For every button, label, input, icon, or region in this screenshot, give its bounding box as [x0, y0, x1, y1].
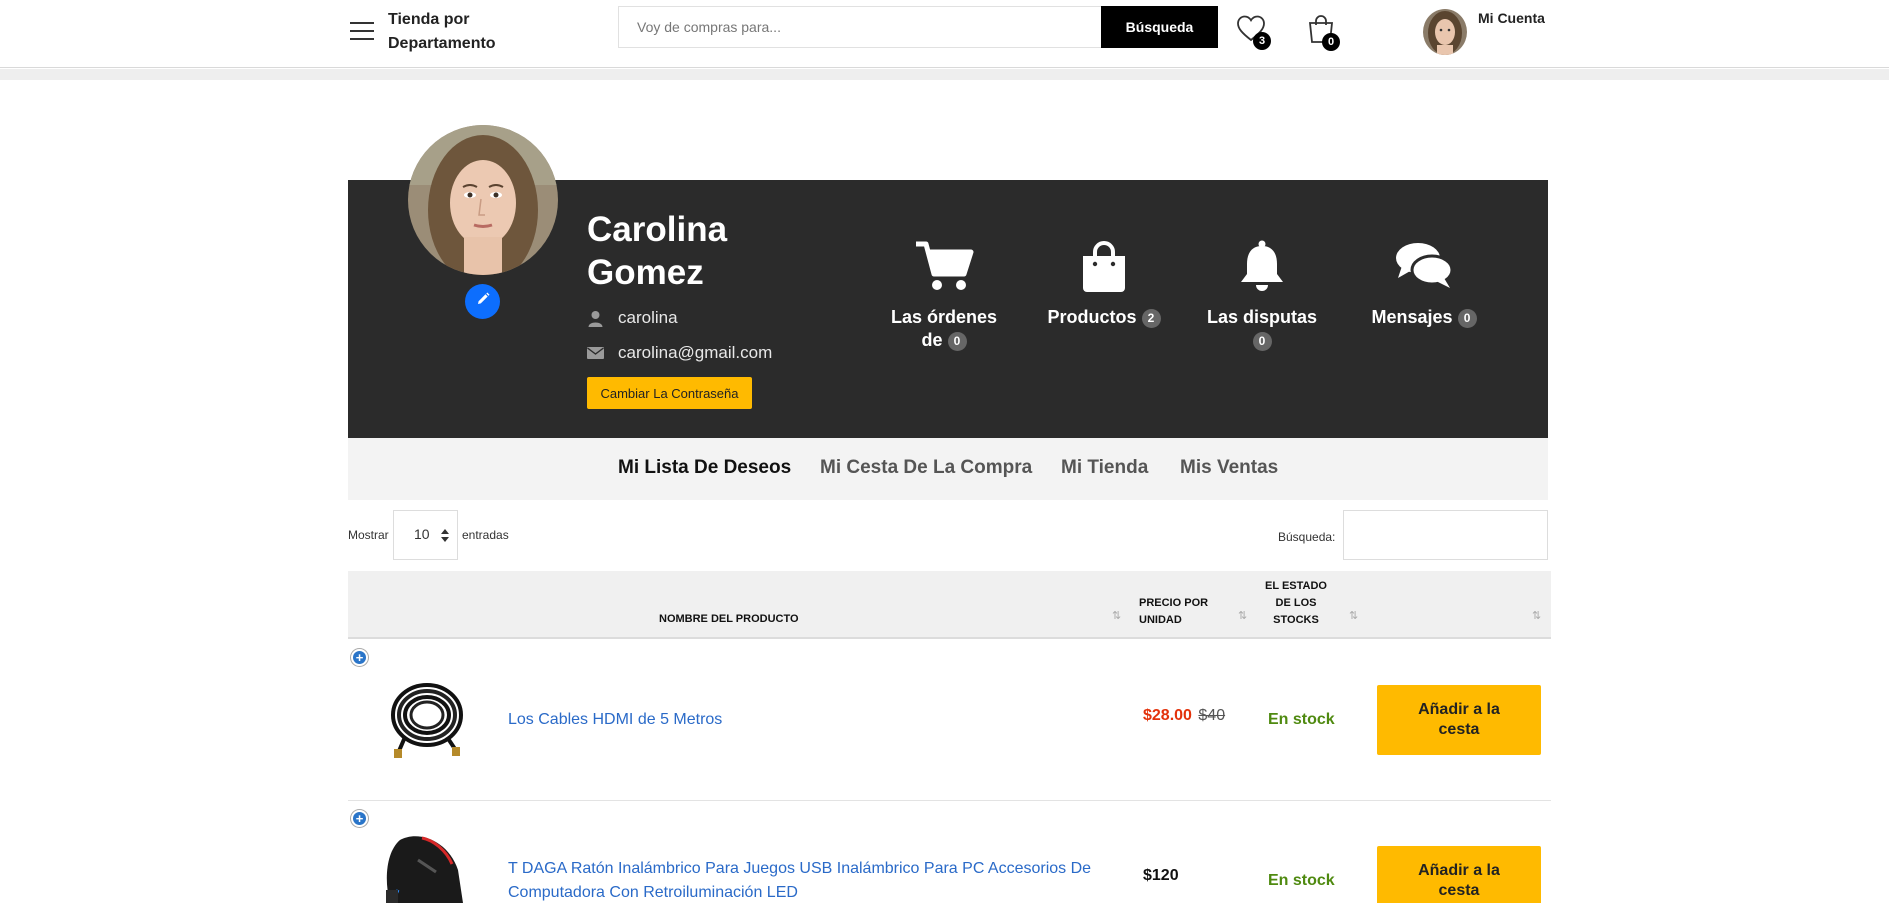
- edit-profile-button[interactable]: [465, 284, 500, 319]
- profile-tabs: Mi Lista De Deseos Mi Cesta De La Compra…: [348, 438, 1548, 500]
- profile-email: carolina@gmail.com: [618, 343, 773, 362]
- sale-price: $28.00: [1143, 707, 1192, 724]
- product-image-hdmi-cable[interactable]: [385, 679, 469, 764]
- header-avatar[interactable]: [1423, 9, 1467, 55]
- stat-products-text: Productos: [1047, 307, 1137, 327]
- orders-count-badge: 0: [947, 331, 967, 351]
- stat-disputes[interactable]: Las disputas 0: [1197, 240, 1327, 360]
- stat-messages-label: Mensajes 0: [1364, 306, 1484, 329]
- stock-status: En stock: [1268, 711, 1335, 728]
- entries-label: entradas: [462, 528, 509, 542]
- sort-icon[interactable]: ⇅: [1112, 609, 1121, 622]
- product-price: $28.00 $40: [1143, 706, 1225, 726]
- profile-photo: [408, 125, 558, 275]
- profile-name: Carolina Gomez: [587, 210, 728, 292]
- pencil-icon: [476, 292, 490, 311]
- profile-username: carolina: [618, 308, 678, 327]
- add-to-cart-button[interactable]: Añadir a la cesta: [1377, 685, 1541, 755]
- disputes-count-badge: 0: [1252, 331, 1272, 351]
- product-price: $120: [1143, 867, 1179, 884]
- tab-shopping-cart[interactable]: Mi Cesta De La Compra: [820, 456, 1032, 480]
- table-search-input[interactable]: [1343, 510, 1548, 560]
- wishlist-count-badge: 3: [1253, 32, 1271, 50]
- add-to-cart-label: Añadir a la cesta: [1418, 862, 1500, 899]
- stat-messages[interactable]: Mensajes 0: [1364, 240, 1484, 328]
- stat-orders[interactable]: Las órdenes de 0: [888, 240, 1000, 360]
- email-row: carolina@gmail.com: [587, 342, 772, 364]
- site-header: Tienda por Departamento Búsqueda 3 0 Mi …: [0, 0, 1889, 68]
- show-entries-label: Mostrar: [348, 528, 389, 542]
- table-header: NOMBRE DEL PRODUCTO ⇅ PRECIO POR UNIDAD …: [348, 571, 1551, 639]
- product-link[interactable]: Los Cables HDMI de 5 Metros: [508, 708, 1108, 732]
- search-button[interactable]: Búsqueda: [1101, 6, 1218, 48]
- page-length-select[interactable]: 10: [393, 510, 458, 560]
- header-divider-strip: [0, 69, 1889, 80]
- menu-hamburger-icon[interactable]: [350, 22, 374, 40]
- stat-orders-text: Las órdenes de: [890, 307, 998, 350]
- stat-disputes-label: Las disputas 0: [1197, 306, 1327, 352]
- envelope-icon: [587, 345, 604, 362]
- tab-wishlist[interactable]: Mi Lista De Deseos: [618, 456, 791, 480]
- sort-icon[interactable]: ⇅: [1238, 609, 1247, 622]
- add-to-cart-button[interactable]: Añadir a la cesta: [1377, 846, 1541, 903]
- product-image-gaming-mouse[interactable]: [378, 830, 470, 903]
- stat-orders-label: Las órdenes de 0: [888, 306, 1000, 352]
- add-to-cart-label: Añadir a la cesta: [1418, 701, 1500, 738]
- stock-status: En stock: [1268, 872, 1335, 889]
- shopping-bag-icon: [1040, 240, 1168, 292]
- expand-row-button[interactable]: +: [351, 810, 368, 827]
- cart-count-badge: 0: [1322, 33, 1340, 51]
- bell-icon: [1197, 240, 1327, 292]
- my-account-link[interactable]: Mi Cuenta: [1478, 10, 1548, 27]
- username-row: carolina: [587, 307, 678, 329]
- original-price: $40: [1198, 707, 1226, 724]
- change-password-button[interactable]: Cambiar La Contraseña: [587, 377, 752, 409]
- expand-row-button[interactable]: +: [351, 649, 368, 666]
- tab-my-store[interactable]: Mi Tienda: [1061, 456, 1148, 480]
- th-unit-price[interactable]: PRECIO POR UNIDAD: [1139, 595, 1219, 629]
- th-product-name[interactable]: NOMBRE DEL PRODUCTO: [659, 611, 799, 628]
- row-divider: [348, 800, 1551, 801]
- wishlist-heart-icon[interactable]: 3: [1236, 14, 1271, 50]
- tab-my-sales[interactable]: Mis Ventas: [1180, 456, 1278, 480]
- page-length-value: 10: [414, 526, 430, 542]
- department-menu-label[interactable]: Tienda por Departamento: [388, 8, 528, 56]
- cart-bag-icon[interactable]: 0: [1306, 14, 1340, 51]
- sort-icon[interactable]: ⇅: [1532, 609, 1541, 622]
- stat-messages-text: Mensajes: [1371, 307, 1453, 327]
- table-search-label: Búsqueda:: [1278, 530, 1336, 544]
- stat-products-label: Productos 2: [1040, 306, 1168, 329]
- user-icon: [587, 310, 604, 327]
- select-arrows-icon: [441, 529, 449, 545]
- product-link[interactable]: T DAGA Ratón Inalámbrico Para Juegos USB…: [508, 857, 1118, 903]
- search-input[interactable]: [618, 6, 1101, 48]
- stat-products[interactable]: Productos 2: [1040, 240, 1168, 328]
- stat-disputes-text: Las disputas: [1206, 307, 1318, 327]
- th-stock-status[interactable]: EL ESTADO DE LOS STOCKS: [1261, 578, 1331, 629]
- sort-icon[interactable]: ⇅: [1349, 609, 1358, 622]
- products-count-badge: 2: [1141, 308, 1161, 328]
- chat-bubbles-icon: [1364, 240, 1484, 292]
- shopping-cart-icon: [888, 240, 1000, 292]
- messages-count-badge: 0: [1457, 308, 1477, 328]
